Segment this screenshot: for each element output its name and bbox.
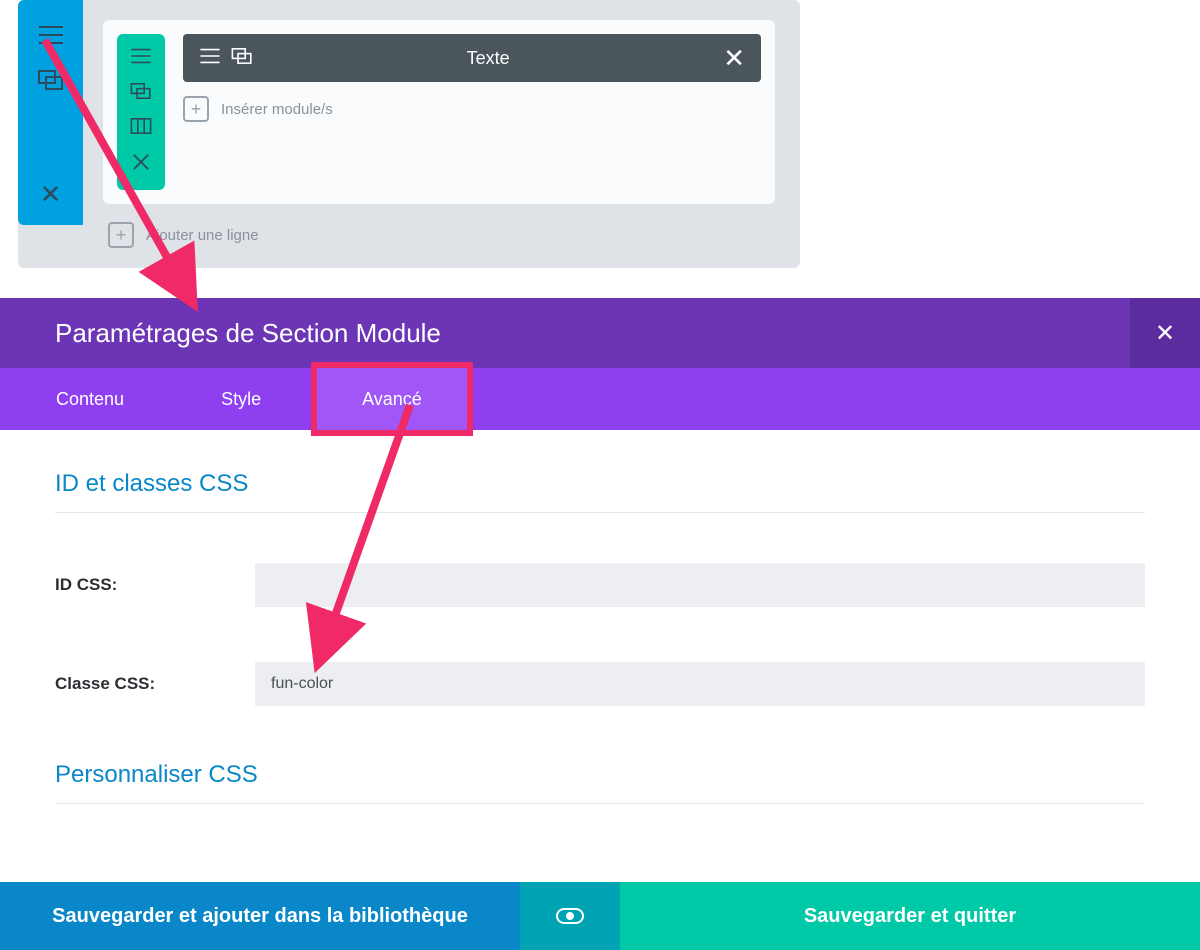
section-toolbar: ✕ [18, 0, 83, 225]
section-heading-custom-css: Personnaliser CSS [55, 761, 1145, 804]
section-settings-modal: Paramétrages de Section Module ✕ Contenu… [0, 298, 1200, 854]
save-quit-button[interactable]: Sauvegarder et quitter [620, 882, 1200, 950]
hamburger-icon[interactable] [130, 48, 152, 69]
duplicate-icon[interactable] [130, 83, 152, 104]
label-classe-css: Classe CSS: [55, 674, 255, 694]
insert-module-label: Insérer module/s [221, 101, 333, 118]
row-block: Texte ✕ + Insérer module/s [103, 20, 775, 204]
hamburger-icon[interactable] [199, 48, 221, 69]
tab-style[interactable]: Style [195, 368, 287, 430]
tab-avance[interactable]: Avancé [317, 368, 467, 430]
duplicate-icon[interactable] [38, 70, 64, 95]
add-line-button[interactable]: + Ajouter une ligne [108, 222, 775, 248]
hamburger-icon[interactable] [38, 25, 64, 50]
close-icon[interactable]: ✕ [723, 45, 745, 71]
section-block: ✕ [18, 0, 800, 268]
input-id-css[interactable] [255, 563, 1145, 607]
duplicate-icon[interactable] [231, 48, 253, 69]
modal-title: Paramétrages de Section Module [55, 318, 441, 349]
module-title: Texte [267, 48, 709, 69]
modal-footer: Sauvegarder et ajouter dans la bibliothè… [0, 882, 1200, 950]
eye-icon [556, 908, 584, 924]
module-bar-texte[interactable]: Texte ✕ [183, 34, 761, 82]
close-icon[interactable]: ✕ [40, 181, 62, 207]
modal-tabs: Contenu Style Avancé [0, 368, 1200, 430]
plus-icon: + [108, 222, 134, 248]
insert-module-button[interactable]: + Insérer module/s [183, 96, 761, 122]
label-id-css: ID CSS: [55, 575, 255, 595]
section-heading-id-classes: ID et classes CSS [55, 470, 1145, 513]
preview-button[interactable] [520, 882, 620, 950]
columns-icon[interactable] [130, 118, 152, 139]
input-classe-css[interactable] [255, 662, 1145, 706]
modal-header: Paramétrages de Section Module ✕ [0, 298, 1200, 368]
modal-close-button[interactable]: ✕ [1130, 298, 1200, 368]
save-library-button[interactable]: Sauvegarder et ajouter dans la bibliothè… [0, 882, 520, 950]
tab-contenu[interactable]: Contenu [30, 368, 150, 430]
row-toolbar [117, 34, 165, 190]
close-icon[interactable] [132, 153, 150, 176]
plus-icon: + [183, 96, 209, 122]
add-line-label: Ajouter une ligne [146, 227, 259, 244]
